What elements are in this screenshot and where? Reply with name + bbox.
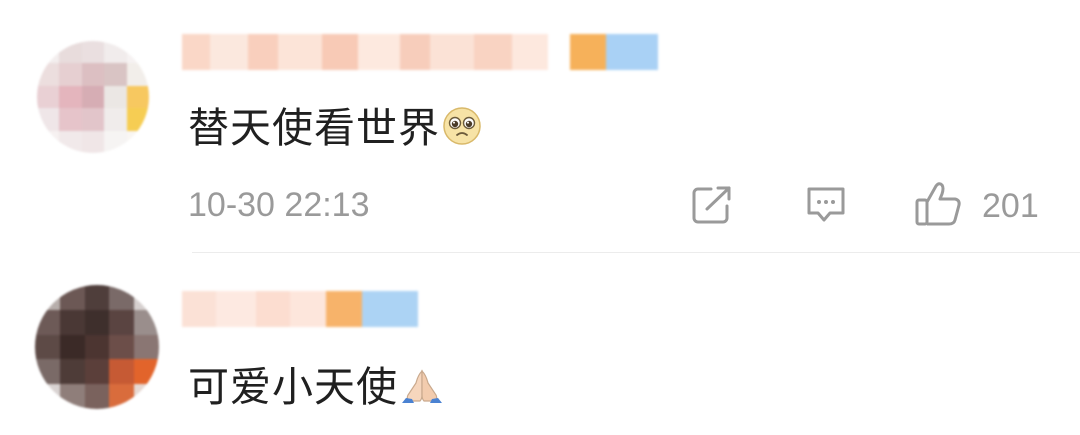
comment-text: 替天使看世界 [188,106,482,153]
comment-text-content: 可爱小天使 [188,363,398,411]
share-button[interactable] [690,184,734,230]
comment-text: 可爱小天使 [188,365,444,412]
username-redacted[interactable] [182,291,418,327]
comment-text-content: 替天使看世界 [188,104,440,152]
like-count: 201 [982,186,1039,225]
pleading-face-icon [442,106,482,153]
avatar[interactable] [37,41,149,153]
comment-item: 替天使看世界 10-30 22:13 201 [0,0,1080,253]
like-button[interactable]: 201 [914,180,1039,232]
timestamp: 10-30 22:13 [188,186,370,224]
comment-icon [804,184,848,230]
avatar[interactable] [35,285,159,409]
reply-button[interactable] [804,184,848,230]
thumbs-up-icon [914,180,964,232]
folded-hands-icon [400,365,444,412]
username-redacted[interactable] [182,34,658,70]
comment-item: 可爱小天使 [0,253,1080,435]
share-icon [690,184,734,230]
